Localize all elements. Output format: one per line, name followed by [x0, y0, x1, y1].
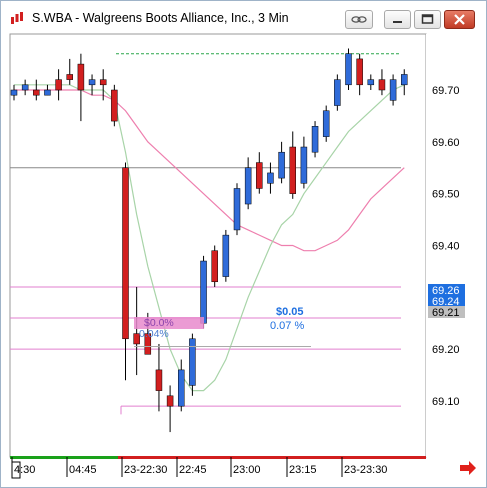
- candle-body-18: [211, 250, 218, 283]
- candle-body-4: [55, 79, 62, 91]
- candle-body-6: [77, 63, 85, 91]
- price-tick-69.10: 69.10: [432, 396, 460, 408]
- price-tick-69.40: 69.40: [432, 240, 460, 252]
- candle-body-24: [278, 151, 285, 179]
- order-pct-label: 0.07 %: [270, 320, 304, 332]
- candle-body-30: [345, 53, 352, 86]
- candle-body-14: [166, 395, 174, 407]
- order-pl-label: $0.05: [276, 306, 304, 318]
- session-bar-red: [118, 456, 426, 459]
- close-button[interactable]: [444, 10, 475, 29]
- candle-body-21: [244, 167, 252, 205]
- chart-area[interactable]: $0.0% 0.04% $0.05 0.07 % 69.70 69.60 69.50 69.…: [1, 31, 486, 487]
- candle-body-7: [88, 79, 96, 86]
- link-button[interactable]: [345, 10, 373, 29]
- candle-body-1: [21, 84, 29, 91]
- price-tick-69.20: 69.20: [432, 344, 460, 356]
- candle-body-35: [401, 74, 408, 86]
- time-tick-6: 23-23:30: [344, 464, 387, 476]
- candle-body-32: [367, 79, 375, 86]
- time-tick-4: 23:00: [233, 464, 261, 476]
- candle-body-3: [44, 89, 51, 96]
- candle-body-29: [334, 79, 341, 106]
- candle-body-10: [122, 167, 129, 340]
- candle-body-8: [99, 79, 107, 86]
- chart-window: S.WBA - Walgreens Boots Alliance, Inc., …: [0, 0, 487, 488]
- minimize-icon: [393, 21, 402, 23]
- title-bar[interactable]: S.WBA - Walgreens Boots Alliance, Inc., …: [1, 1, 486, 31]
- price-tick-69.60: 69.60: [432, 137, 460, 149]
- candle-body-0: [10, 89, 18, 96]
- time-tick-3: 22:45: [179, 464, 207, 476]
- price-tags: 69.2669.2469.21: [428, 284, 465, 319]
- candle-body-15: [178, 369, 185, 407]
- link-icon: [351, 16, 367, 23]
- candle-body-9: [111, 89, 118, 122]
- time-tick-0: 4:30: [14, 464, 35, 476]
- candle-body-23: [267, 172, 274, 184]
- order-ghost-pct: 0.04%: [139, 328, 169, 340]
- time-tick-2: 23-22:30: [124, 464, 167, 476]
- plot-frame: [9, 33, 427, 458]
- candle-body-17: [200, 260, 207, 324]
- price-tag-69.21: 69.21: [432, 307, 460, 319]
- candle-body-5: [66, 74, 73, 80]
- minimize-button[interactable]: [384, 10, 411, 29]
- candle-body-27: [311, 126, 319, 153]
- candle-body-20: [233, 188, 241, 231]
- candle-body-33: [378, 79, 386, 91]
- candle-body-34: [389, 79, 397, 101]
- app-icon: [10, 11, 24, 25]
- candle-body-13: [155, 369, 163, 391]
- scroll-right-button[interactable]: [460, 461, 476, 475]
- candle-body-16: [189, 338, 196, 386]
- price-tick-69.50: 69.50: [432, 189, 460, 201]
- price-chart[interactable]: $0.0%0.04%$0.050.07 % 69.7069.6069.5069.…: [1, 31, 486, 487]
- window-title: S.WBA - Walgreens Boots Alliance, Inc., …: [32, 11, 289, 25]
- candle-body-2: [33, 89, 40, 96]
- time-tick-5: 23:15: [289, 464, 317, 476]
- price-tick-69.70: 69.70: [432, 85, 460, 97]
- candle-body-31: [356, 58, 363, 86]
- candle-body-22: [256, 162, 263, 189]
- time-tick-1: 04:45: [69, 464, 97, 476]
- close-icon: [454, 14, 465, 25]
- candle-body-25: [289, 146, 296, 194]
- maximize-button[interactable]: [414, 10, 441, 29]
- candle-body-26: [300, 146, 308, 184]
- session-bar-green: [10, 456, 118, 459]
- candle-body-28: [322, 110, 330, 137]
- arrow-right-icon: [460, 461, 476, 475]
- maximize-icon: [421, 14, 434, 24]
- candle-body-19: [222, 234, 230, 277]
